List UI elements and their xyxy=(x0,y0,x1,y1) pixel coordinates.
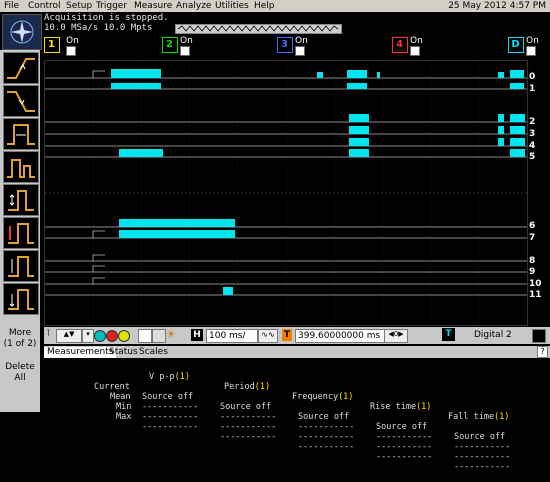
digital-trigger-icon[interactable]: T xyxy=(442,328,455,341)
digital-source-label: Digital 2 xyxy=(474,330,512,340)
channel-4-on-label: On xyxy=(410,36,423,46)
delete-sub-label: All xyxy=(14,373,26,383)
menu-control[interactable]: Control xyxy=(28,1,61,11)
digital-channel-num: D xyxy=(511,39,520,50)
measurements-panel: Measurements Status Scales ? V p-p(1) Pe… xyxy=(44,346,550,472)
value-period-max: ----------- xyxy=(220,432,277,442)
digital-checkbox[interactable] xyxy=(526,46,536,56)
timeout-trigger-icon[interactable] xyxy=(3,250,39,282)
measure-icon[interactable] xyxy=(532,329,546,343)
rising-edge-trigger-icon[interactable] xyxy=(3,52,39,84)
print-icon[interactable] xyxy=(152,329,166,343)
lane-label-11: 11 xyxy=(529,290,542,300)
horizontal-icon[interactable]: H xyxy=(191,329,203,341)
timebase-field[interactable]: 100 ms/ xyxy=(206,329,258,343)
lane-label-5: 5 xyxy=(529,152,536,162)
more-button[interactable]: More (1 of 2) xyxy=(0,328,40,350)
lane-label-6: 6 xyxy=(529,221,536,231)
glitch-trigger-icon[interactable] xyxy=(3,217,39,249)
menu-measure[interactable]: Measure xyxy=(134,1,172,11)
lane-label-7: 7 xyxy=(529,233,536,243)
setup-hold-icon[interactable] xyxy=(3,184,39,216)
value-fall-max: ----------- xyxy=(454,462,511,472)
channel-4-num: 4 xyxy=(396,39,403,50)
waveform-canvas xyxy=(45,61,527,325)
delete-all-button[interactable]: Delete All xyxy=(0,362,40,384)
more-label: More xyxy=(8,328,32,338)
acquisition-status: Acquisition is stopped. 10.0 MSa/s 10.0 … xyxy=(44,13,169,33)
tab-scales[interactable]: Scales xyxy=(136,347,171,358)
value-rise-max: ----------- xyxy=(376,452,433,462)
delete-label: Delete xyxy=(5,362,35,372)
help-icon[interactable]: ? xyxy=(537,346,548,358)
datetime: 25 May 2012 4:57 PM xyxy=(448,1,546,11)
digital-channel-button[interactable]: D xyxy=(508,37,524,53)
lane-label-3: 3 xyxy=(529,129,536,139)
measurement-tabs: Measurements Status Scales ? xyxy=(44,346,550,358)
channel-4-checkbox[interactable] xyxy=(410,46,420,56)
value-vpp-max: ----------- xyxy=(142,422,199,432)
lane-label-9: 9 xyxy=(529,267,536,277)
pattern-trigger-icon[interactable] xyxy=(3,283,39,315)
trigger-marker-icon: ⊺ xyxy=(46,329,51,339)
runt-trigger-icon[interactable] xyxy=(3,151,39,183)
channel-3-num: 3 xyxy=(281,39,288,50)
pulse-width-trigger-icon[interactable] xyxy=(3,118,39,150)
channel-1-button[interactable]: 1 xyxy=(44,37,60,53)
trigger-position-icon[interactable]: T xyxy=(282,329,292,341)
channel-1-num: 1 xyxy=(48,39,55,50)
channel-2-num: 2 xyxy=(166,39,173,50)
position-field[interactable]: 399.60000000 ms xyxy=(295,329,385,343)
more-page-label: (1 of 2) xyxy=(3,339,37,349)
vertical-stepper[interactable]: ▲▼ xyxy=(56,329,82,343)
channel-1-checkbox[interactable] xyxy=(66,46,76,56)
menu-analyze[interactable]: Analyze xyxy=(176,1,211,11)
screenshot-icon[interactable] xyxy=(138,329,152,343)
channel-3-on-label: On xyxy=(295,36,308,46)
menu-utilities[interactable]: Utilities xyxy=(215,1,249,11)
channel-1-on-label: On xyxy=(66,36,79,46)
keysight-logo[interactable] xyxy=(2,14,42,50)
control-bar: ⊺ ▲▼ ▾ ☀ H 100 ms/ ∿∿ T 399.60000000 ms … xyxy=(44,327,550,344)
menu-setup[interactable]: Setup xyxy=(66,1,92,11)
row-label-max: Max xyxy=(116,412,132,422)
logo-star-icon xyxy=(10,20,34,44)
channel-4-button[interactable]: 4 xyxy=(392,37,408,53)
acq-rate: 10.0 MSa/s 10.0 Mpts xyxy=(44,23,153,33)
measurement-row: Max ----------- ----------- ----------- … xyxy=(44,402,550,482)
memory-bar xyxy=(175,24,342,34)
lane-label-8: 8 xyxy=(529,256,536,266)
lane-label-4: 4 xyxy=(529,141,536,151)
menu-help[interactable]: Help xyxy=(254,1,275,11)
lane-label-10: 10 xyxy=(529,279,542,289)
channel-2-checkbox[interactable] xyxy=(180,46,190,56)
stop-indicator-icon[interactable] xyxy=(106,330,118,342)
lane-label-0: 0 xyxy=(529,72,536,82)
digital-on-label: On xyxy=(526,36,539,46)
channel-2-on-label: On xyxy=(180,36,193,46)
menu-trigger[interactable]: Trigger xyxy=(96,1,127,11)
fine-coarse-toggle[interactable]: ∿∿ xyxy=(258,329,278,343)
channel-2-button[interactable]: 2 xyxy=(162,37,178,53)
trigger-toolbar: More (1 of 2) Delete All xyxy=(0,50,40,412)
lane-label-2: 2 xyxy=(529,117,536,127)
acq-state: Acquisition is stopped. xyxy=(44,13,169,23)
auto-scale-icon[interactable]: ☀ xyxy=(166,328,176,341)
lane-label-1: 1 xyxy=(529,84,536,94)
step-down-button[interactable]: ▾ xyxy=(82,329,94,343)
waveform-display[interactable] xyxy=(44,60,528,326)
falling-edge-trigger-icon[interactable] xyxy=(3,85,39,117)
channel-bar: 1 On 2 On 3 On 4 On D On xyxy=(44,36,550,59)
run-indicator-icon[interactable] xyxy=(94,330,106,342)
menu-file[interactable]: File xyxy=(4,1,19,11)
menu-bar: File Control Setup Trigger Measure Analy… xyxy=(0,0,550,12)
single-indicator-icon[interactable] xyxy=(118,330,130,342)
value-frequency-max: ----------- xyxy=(298,442,355,452)
channel-3-checkbox[interactable] xyxy=(295,46,305,56)
position-stepper[interactable]: ◀0▶ xyxy=(384,329,408,343)
channel-3-button[interactable]: 3 xyxy=(277,37,293,53)
